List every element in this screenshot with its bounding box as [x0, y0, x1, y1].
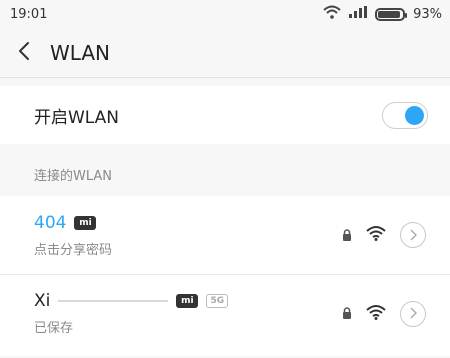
battery-icon — [375, 7, 408, 21]
wifi-strength-icon — [366, 304, 386, 324]
network-name: 404 — [34, 212, 67, 233]
chevron-right-icon — [409, 226, 417, 245]
page-title: WLAN — [50, 40, 111, 65]
wlan-toggle-switch[interactable] — [382, 101, 428, 129]
wifi-icon — [323, 5, 341, 23]
signal-icon — [349, 6, 368, 22]
lock-icon — [342, 226, 352, 245]
page-header: WLAN — [0, 28, 450, 78]
network-subtitle: 已保存 — [34, 321, 74, 336]
wlan-toggle-label: 开启WLAN — [34, 107, 120, 128]
masked-text — [58, 300, 169, 302]
network-actions — [342, 222, 426, 248]
network-name-row: Xi mi 5G — [34, 291, 229, 311]
status-time: 19:01 — [10, 6, 48, 22]
status-icons: 93% — [323, 5, 442, 23]
battery-fill — [378, 10, 401, 18]
wifi-strength-icon — [366, 225, 386, 245]
battery-percent: 93% — [413, 6, 442, 22]
lock-icon — [342, 304, 352, 323]
network-detail-button[interactable] — [400, 222, 426, 248]
switch-knob — [405, 105, 424, 125]
network-text: Xi mi 5G 已保存 — [34, 291, 229, 336]
section-title: 连接的WLAN — [34, 168, 113, 184]
back-button[interactable] — [0, 28, 48, 78]
section-header: 连接的WLAN — [0, 152, 450, 196]
network-item[interactable]: Xi mi 5G 已保存 — [0, 274, 450, 352]
network-text: 404 mi 点击分享密码 — [34, 213, 112, 258]
network-detail-button[interactable] — [400, 300, 426, 327]
5g-badge: 5G — [206, 294, 229, 308]
chevron-right-icon — [409, 304, 417, 323]
network-subtitle: 点击分享密码 — [34, 242, 113, 258]
chevron-left-icon — [18, 41, 30, 65]
network-name-row: 404 mi — [34, 213, 112, 233]
network-list: 404 mi 点击分享密码 Xi mi 5G 已保存 — [0, 196, 450, 356]
mi-badge: mi — [176, 294, 199, 308]
network-item[interactable]: 404 mi 点击分享密码 — [0, 196, 450, 274]
wlan-toggle-row[interactable]: 开启WLAN — [0, 86, 450, 144]
mi-badge: mi — [74, 215, 97, 230]
status-bar: 19:01 93% — [0, 0, 450, 28]
network-actions — [342, 300, 426, 327]
network-name: Xi — [34, 291, 51, 311]
